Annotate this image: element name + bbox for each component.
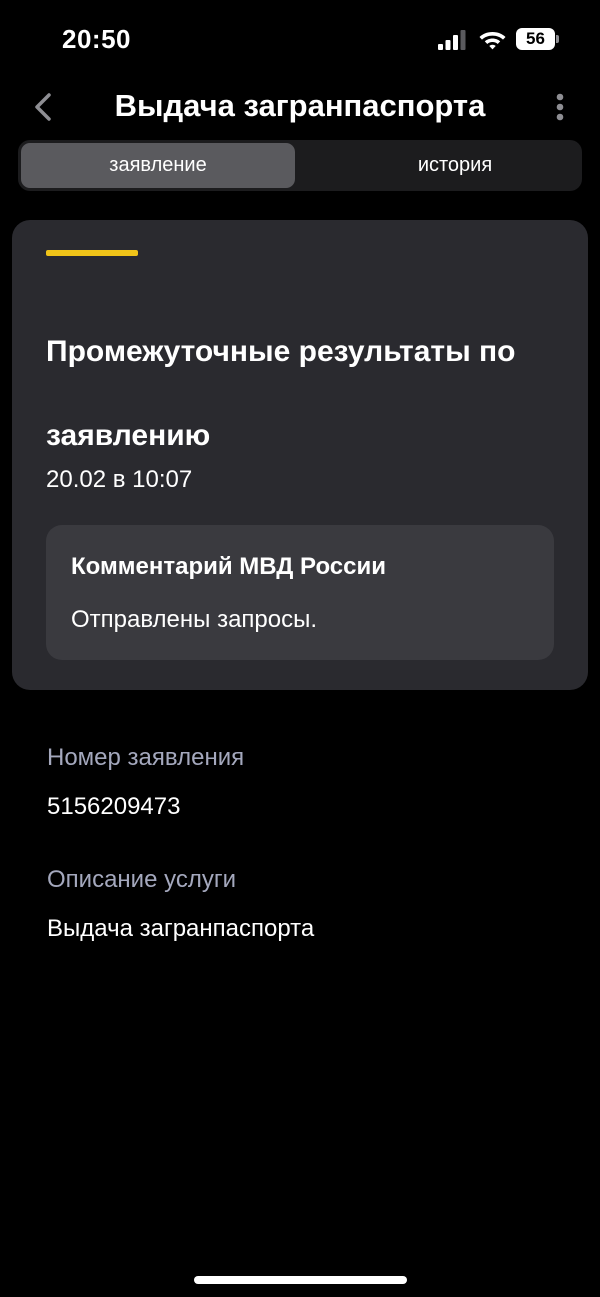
- wifi-icon: [479, 32, 506, 50]
- comment-text: Отправлены запросы.: [71, 606, 318, 633]
- back-button[interactable]: [26, 88, 60, 126]
- page-title: Выдача загранпаспорта: [114, 88, 486, 123]
- ministry-comment: Комментарий МВД России Отправлены запрос…: [46, 525, 554, 660]
- status-title: Промежуточные результаты по заявлению: [46, 335, 516, 452]
- home-indicator[interactable]: [194, 1276, 407, 1284]
- screen: 20:50 56 Выдача загранпаспорта заявление…: [0, 0, 600, 1297]
- battery-icon: 56: [516, 28, 560, 50]
- service-description-value: Выдача загранпаспорта: [47, 915, 315, 942]
- application-number-label: Номер заявления: [47, 744, 245, 771]
- status-time: 20:50: [62, 24, 131, 54]
- nav-bar: Выдача загранпаспорта: [0, 80, 600, 134]
- status-date: 20.02 в 10:07: [46, 466, 193, 493]
- service-description-label: Описание услуги: [47, 866, 236, 893]
- status-accent-line: [46, 250, 138, 256]
- application-number-value: 5156209473: [47, 793, 181, 820]
- more-options-button[interactable]: [546, 90, 574, 124]
- vertical-dots-icon: [556, 93, 564, 121]
- status-bar: 20:50 56: [0, 0, 600, 80]
- chevron-left-icon: [35, 93, 51, 121]
- tab-history[interactable]: история: [318, 143, 592, 188]
- status-card: Промежуточные результаты по заявлению 20…: [12, 220, 588, 690]
- segmented-tabs: заявление история: [18, 140, 582, 191]
- battery-tip: [556, 35, 559, 43]
- battery-level: 56: [516, 28, 555, 50]
- cellular-signal-icon: [438, 30, 466, 50]
- tab-application[interactable]: заявление: [21, 143, 295, 188]
- comment-title: Комментарий МВД России: [71, 553, 387, 580]
